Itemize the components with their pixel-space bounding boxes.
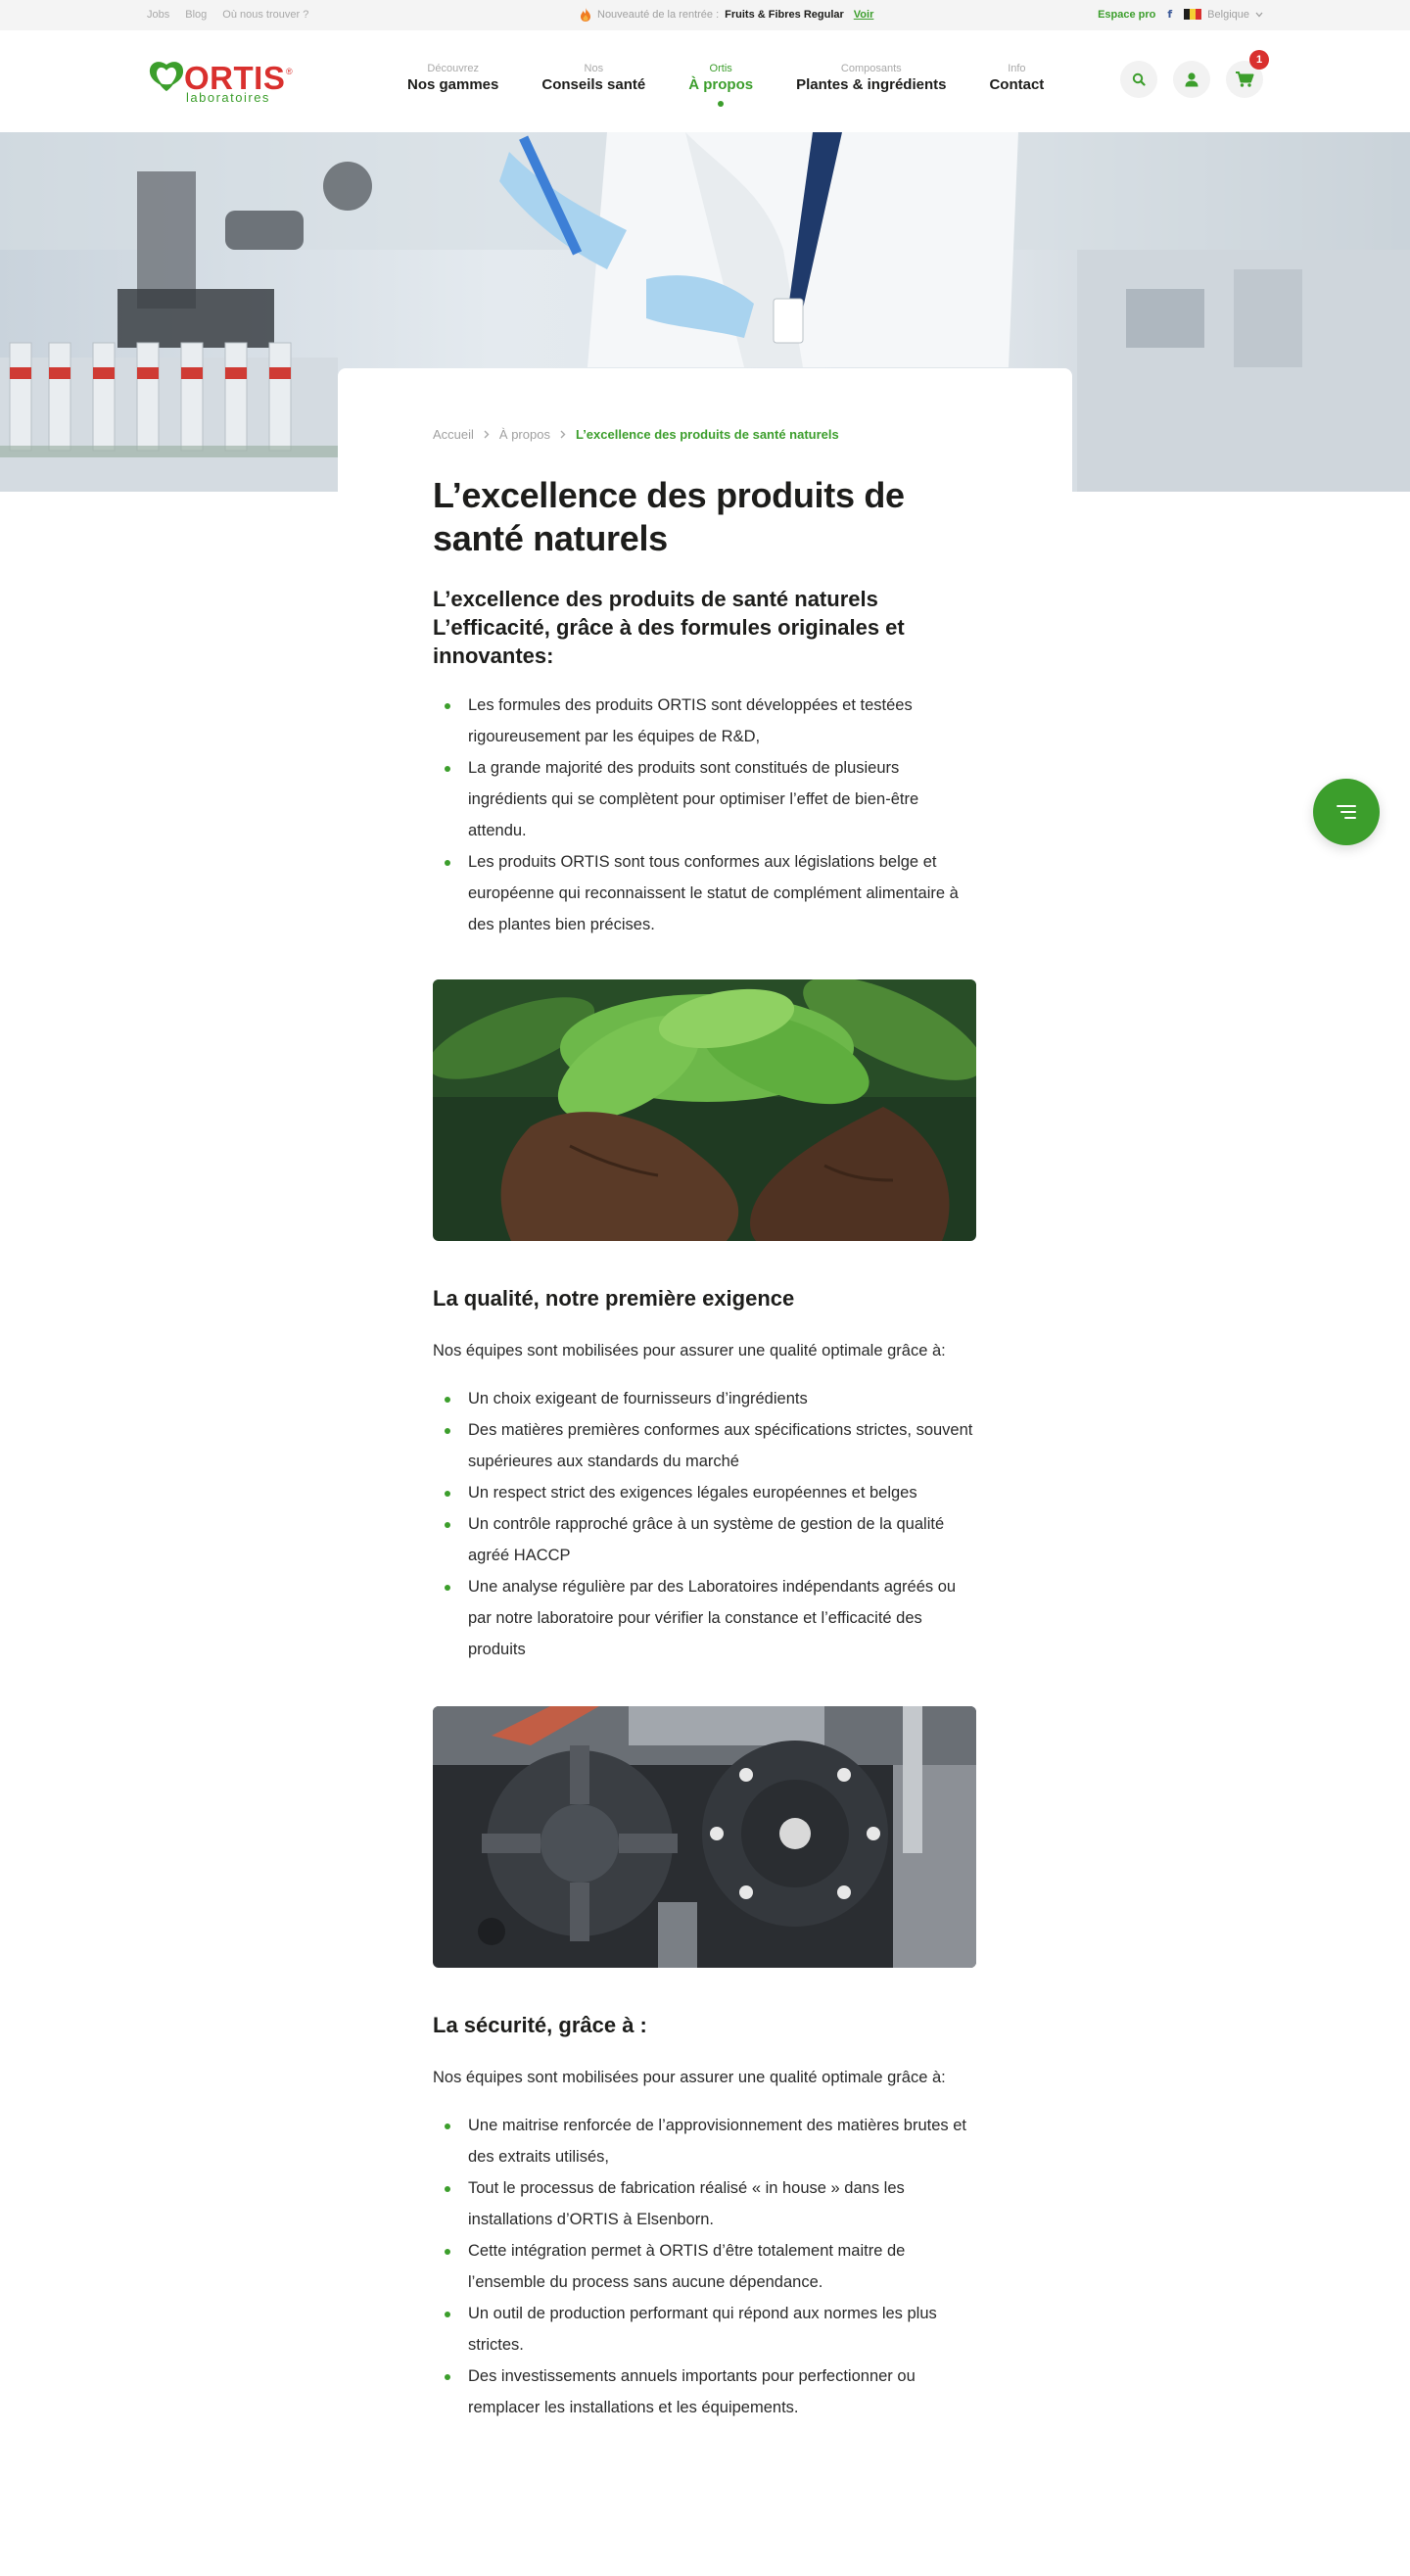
- nav-item-about[interactable]: Ortis À propos: [688, 63, 754, 107]
- list-item: Une analyse régulière par des Laboratoir…: [433, 1571, 976, 1665]
- chevron-down-icon: [1255, 12, 1263, 17]
- breadcrumb-current: L’excellence des produits de santé natur…: [575, 427, 839, 442]
- lead-heading: L’excellence des produits de santé natur…: [433, 587, 905, 668]
- list-item: Les formules des produits ORTIS sont dév…: [433, 690, 976, 752]
- list-item: La grande majorité des produits sont con…: [433, 752, 976, 846]
- news-product: Fruits & Fibres Regular: [725, 9, 844, 21]
- cart-count-badge: 1: [1249, 50, 1269, 70]
- search-icon: [1132, 72, 1146, 86]
- chevron-right-icon: [484, 430, 490, 439]
- belgium-flag-icon: [1184, 9, 1202, 20]
- list-item: Tout le processus de fabrication réalisé…: [433, 2172, 976, 2235]
- news-banner: Nouveauté de la rentrée : Fruits & Fibre…: [580, 8, 873, 22]
- leaves-in-hands-image: [433, 979, 976, 1241]
- account-button[interactable]: [1173, 61, 1210, 98]
- nav-kicker: Ortis: [709, 63, 732, 74]
- floating-menu-button[interactable]: [1313, 779, 1380, 845]
- page-title: L’excellence des produits de santé natur…: [433, 475, 905, 558]
- pro-space-link[interactable]: Espace pro: [1098, 9, 1155, 21]
- rd-list: Les formules des produits ORTIS sont dév…: [433, 690, 976, 940]
- logo-mark-icon: [149, 62, 184, 91]
- production-machine-image: [433, 1706, 976, 1968]
- user-icon: [1185, 72, 1198, 87]
- security-list: Une maitrise renforcée de l’approvisionn…: [433, 2110, 976, 2423]
- breadcrumb-about[interactable]: À propos: [499, 427, 550, 442]
- list-item: Des matières premières conformes aux spé…: [433, 1414, 976, 1477]
- list-item: Un outil de production performant qui ré…: [433, 2298, 976, 2361]
- nav-title: Plantes & ingrédients: [796, 76, 947, 93]
- main-header: ORTIS ® laboratoires Découvrez Nos gamme…: [0, 30, 1410, 132]
- security-heading: La sécurité, grâce à :: [433, 2013, 647, 2037]
- country-label: Belgique: [1207, 8, 1249, 21]
- quality-intro: Nos équipes sont mobilisées pour assurer…: [433, 1342, 946, 1360]
- list-item: Des investissements annuels importants p…: [433, 2361, 976, 2423]
- list-item: Cette intégration permet à ORTIS d’être …: [433, 2235, 976, 2298]
- nav-title: Nos gammes: [407, 76, 499, 93]
- news-see-link[interactable]: Voir: [854, 9, 874, 21]
- nav-item-contact[interactable]: Info Contact: [989, 63, 1044, 93]
- logo-registered: ®: [286, 67, 293, 76]
- blog-link[interactable]: Blog: [185, 9, 207, 21]
- nav-kicker: Découvrez: [427, 63, 479, 74]
- nav-title: À propos: [688, 76, 754, 93]
- nav-title: Conseils santé: [541, 76, 646, 93]
- nav-item-ranges[interactable]: Découvrez Nos gammes: [407, 63, 498, 93]
- cart-button[interactable]: 1: [1226, 50, 1269, 98]
- facebook-icon[interactable]: f: [1167, 8, 1172, 21]
- search-button[interactable]: [1120, 61, 1157, 98]
- breadcrumb: Accueil À propos L’excellence des produi…: [433, 427, 976, 442]
- list-item: Un respect strict des exigences légales …: [433, 1477, 976, 1508]
- list-item: Les produits ORTIS sont tous conformes a…: [433, 846, 976, 940]
- menu-icon: [1337, 805, 1356, 819]
- top-bar: Jobs Blog Où nous trouver ? Nouveauté de…: [0, 0, 1410, 30]
- logo-subtitle: laboratoires: [186, 90, 270, 105]
- content-card: Accueil À propos L’excellence des produi…: [338, 368, 1072, 2474]
- nav-title: Contact: [989, 76, 1045, 93]
- quality-heading: La qualité, notre première exigence: [433, 1286, 795, 1311]
- nav-kicker: Info: [1008, 63, 1026, 74]
- nav-kicker: Composants: [840, 63, 902, 74]
- cart-icon: [1236, 72, 1254, 87]
- header-actions: 1: [1120, 50, 1269, 98]
- chevron-right-icon: [560, 430, 566, 439]
- breadcrumb-home[interactable]: Accueil: [433, 427, 474, 442]
- top-right: Espace pro f Belgique: [1098, 8, 1263, 21]
- country-selector[interactable]: Belgique: [1184, 9, 1263, 21]
- article: Accueil À propos L’excellence des produi…: [433, 427, 976, 2423]
- active-indicator: [718, 101, 725, 107]
- nav-item-plants[interactable]: Composants Plantes & ingrédients: [796, 63, 946, 93]
- store-locator-link[interactable]: Où nous trouver ?: [222, 9, 308, 21]
- flame-icon: [580, 8, 591, 22]
- security-intro: Nos équipes sont mobilisées pour assurer…: [433, 2069, 946, 2086]
- main-nav: Découvrez Nos gammes Nos Conseils santé …: [407, 63, 1087, 107]
- nav-kicker: Nos: [584, 63, 604, 74]
- list-item: Une maitrise renforcée de l’approvisionn…: [433, 2110, 976, 2172]
- jobs-link[interactable]: Jobs: [147, 9, 169, 21]
- nav-item-health-advice[interactable]: Nos Conseils santé: [541, 63, 645, 93]
- list-item: Un choix exigeant de fournisseurs d’ingr…: [433, 1383, 976, 1414]
- quality-list: Un choix exigeant de fournisseurs d’ingr…: [433, 1383, 976, 1665]
- top-links: Jobs Blog Où nous trouver ?: [147, 9, 308, 21]
- ortis-logo[interactable]: ORTIS ® laboratoires: [147, 57, 294, 106]
- news-label: Nouveauté de la rentrée :: [597, 9, 720, 21]
- list-item: Un contrôle rapproché grâce à un système…: [433, 1508, 976, 1571]
